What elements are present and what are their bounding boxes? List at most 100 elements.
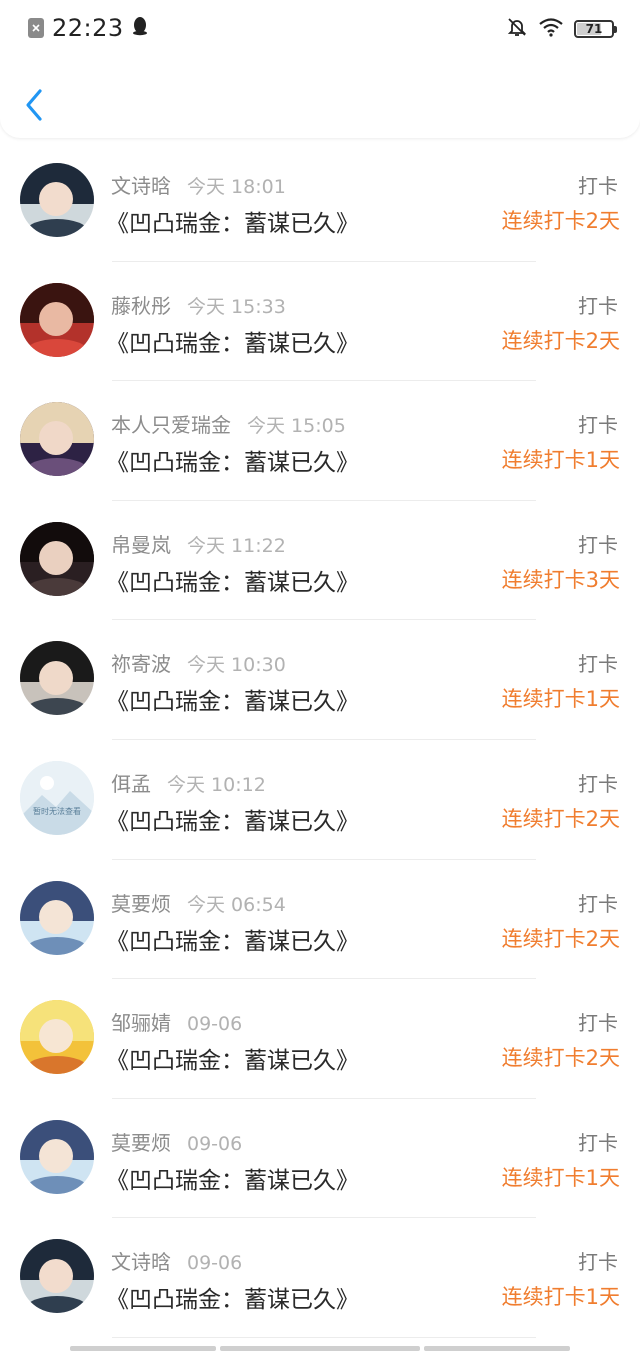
checkin-list: 文诗晗 今天 18:01 《凹凸瑞金：蓄谋已久》 打卡 连续打卡2天 藤秋彤 今天 15:3…: [0, 142, 640, 1338]
timestamp: 今天 10:12: [167, 773, 266, 796]
streak-badge: 连续打卡2天: [501, 328, 620, 353]
user-name[interactable]: 莫要烦: [111, 892, 171, 916]
back-button[interactable]: [20, 85, 50, 125]
avatar[interactable]: [20, 1000, 94, 1075]
checkin-label: 打卡: [578, 1130, 618, 1155]
battery-level: 71: [585, 22, 603, 36]
avatar-face: [39, 660, 74, 695]
bottom-scroll-hints: [0, 1343, 640, 1351]
user-name[interactable]: 文诗晗: [111, 1250, 171, 1274]
streak-badge: 连续打卡2天: [501, 806, 620, 831]
avatar[interactable]: [20, 641, 94, 716]
book-title[interactable]: 《凹凸瑞金：蓄谋已久》: [106, 1280, 359, 1314]
avatar[interactable]: [20, 163, 94, 237]
avatar-body: [25, 697, 89, 716]
checkin-label: 打卡: [578, 532, 618, 557]
book-title[interactable]: 《凹凸瑞金：蓄谋已久》: [106, 1161, 359, 1195]
book-title[interactable]: 《凹凸瑞金：蓄谋已久》: [106, 443, 359, 477]
avatar-body: [25, 458, 89, 477]
avatar-face: [39, 421, 74, 456]
name-line: 文诗晗 09-06: [111, 1246, 242, 1275]
name-line: 邹骊婧 09-06: [111, 1007, 242, 1036]
divider: [112, 1336, 536, 1338]
avatar[interactable]: [20, 1239, 94, 1314]
list-item[interactable]: 本人只爱瑞金 今天 15:05 《凹凸瑞金：蓄谋已久》 打卡 连续打卡1天: [0, 381, 640, 501]
checkin-label: 打卡: [578, 174, 618, 198]
user-name[interactable]: 佴孟: [111, 772, 151, 796]
chevron-left-icon: [26, 89, 42, 121]
avatar-body: [25, 1175, 89, 1194]
timestamp: 今天 15:05: [247, 415, 346, 438]
checkin-label: 打卡: [578, 1011, 618, 1036]
timestamp: 09-06: [187, 1132, 243, 1155]
list-item[interactable]: 帛曼岚 今天 11:22 《凹凸瑞金：蓄谋已久》 打卡 连续打卡3天: [0, 501, 640, 621]
checkin-label: 打卡: [578, 1250, 618, 1275]
scroll-hint-bar: [220, 1346, 420, 1351]
checkin-label: 打卡: [578, 652, 618, 677]
timestamp: 09-06: [187, 1252, 243, 1275]
user-name[interactable]: 邹骊婧: [111, 1011, 171, 1035]
book-title[interactable]: 《凹凸瑞金：蓄谋已久》: [106, 1041, 359, 1075]
book-title[interactable]: 《凹凸瑞金：蓄谋已久》: [106, 922, 359, 956]
timestamp: 今天 06:54: [187, 893, 286, 916]
avatar-body: [25, 578, 89, 596]
bell-muted-icon: [506, 16, 528, 42]
list-item[interactable]: 邹骊婧 09-06 《凹凸瑞金：蓄谋已久》 打卡 连续打卡2天: [0, 979, 640, 1099]
list-item[interactable]: 莫要烦 09-06 《凹凸瑞金：蓄谋已久》 打卡连续打卡1天: [0, 1099, 640, 1219]
avatar[interactable]: [20, 1119, 94, 1194]
avatar-body: [25, 1056, 89, 1075]
name-line: 佴孟 今天 10:12: [111, 768, 266, 797]
checkin-label: 打卡: [578, 891, 618, 916]
book-title[interactable]: 《凹凸瑞金：蓄谋已久》: [106, 204, 359, 238]
scroll-hint-bar: [70, 1346, 216, 1351]
streak-badge: 连续打卡2天: [501, 209, 620, 233]
status-bar: 22:23 71: [0, 0, 640, 60]
streak-badge: 连续打卡1天: [501, 687, 620, 712]
list-item[interactable]: 文诗晗 今天 18:01 《凹凸瑞金：蓄谋已久》 打卡连续打卡2天: [0, 142, 640, 262]
streak-badge: 连续打卡1天: [501, 1285, 620, 1310]
avatar[interactable]: [20, 282, 94, 357]
avatar[interactable]: [20, 521, 94, 596]
timestamp: 09-06: [187, 1013, 243, 1036]
streak-badge: 连续打卡3天: [501, 567, 620, 592]
book-title[interactable]: 《凹凸瑞金：蓄谋已久》: [106, 324, 359, 358]
avatar-face: [39, 1138, 74, 1174]
list-item[interactable]: 暂时无法查看 佴孟 今天 10:12 《凹凸瑞金：蓄谋已久》 打卡连续打卡2天: [0, 740, 640, 860]
avatar[interactable]: [20, 402, 94, 477]
list-item[interactable]: 莫要烦 今天 06:54 《凹凸瑞金：蓄谋已久》 打卡连续打卡2天: [0, 860, 640, 980]
user-name[interactable]: 帛曼岚: [111, 533, 171, 557]
timestamp: 今天 15:33: [187, 295, 286, 318]
name-line: 文诗晗 今天 18:01: [111, 170, 286, 199]
scroll-hint-bar: [424, 1346, 570, 1351]
streak-badge: 连续打卡1天: [501, 1165, 620, 1190]
user-name[interactable]: 本人只爱瑞金: [111, 413, 231, 437]
avatar-face: [39, 1258, 74, 1293]
book-title[interactable]: 《凹凸瑞金：蓄谋已久》: [106, 563, 359, 597]
top-header: 22:23 71: [0, 0, 640, 138]
checkin-label: 打卡: [578, 771, 618, 796]
avatar[interactable]: [20, 880, 94, 955]
status-right: 71: [506, 16, 617, 42]
battery-icon: 71: [574, 20, 617, 38]
streak-badge: 连续打卡2天: [501, 926, 620, 951]
status-time: 22:23: [52, 14, 124, 42]
user-name[interactable]: 藤秋彤: [111, 294, 171, 318]
timestamp: 今天 10:30: [187, 654, 286, 677]
streak-badge: 连续打卡1天: [501, 448, 620, 473]
book-title[interactable]: 《凹凸瑞金：蓄谋已久》: [106, 802, 359, 836]
book-title[interactable]: 《凹凸瑞金：蓄谋已久》: [106, 682, 359, 716]
name-line: 莫要烦 今天 06:54: [111, 888, 286, 917]
list-item[interactable]: 文诗晗 09-06 《凹凸瑞金：蓄谋已久》 打卡连续打卡1天: [0, 1218, 640, 1338]
status-left: 22:23: [28, 14, 148, 42]
qq-penguin-icon: [132, 16, 148, 40]
avatar-face: [39, 1019, 74, 1054]
name-line: 祢寄波 今天 10:30: [111, 648, 286, 677]
avatar[interactable]: 暂时无法查看: [20, 760, 94, 835]
user-name[interactable]: 文诗晗: [111, 174, 171, 198]
user-name[interactable]: 莫要烦: [111, 1131, 171, 1155]
user-name[interactable]: 祢寄波: [111, 652, 171, 676]
list-item[interactable]: 藤秋彤 今天 15:33 《凹凸瑞金：蓄谋已久》 打卡连续打卡2天: [0, 262, 640, 382]
checkin-label: 打卡: [578, 293, 618, 318]
list-item[interactable]: 祢寄波 今天 10:30 《凹凸瑞金：蓄谋已久》 打卡连续打卡1天: [0, 620, 640, 740]
name-line: 莫要烦 09-06: [111, 1127, 242, 1156]
